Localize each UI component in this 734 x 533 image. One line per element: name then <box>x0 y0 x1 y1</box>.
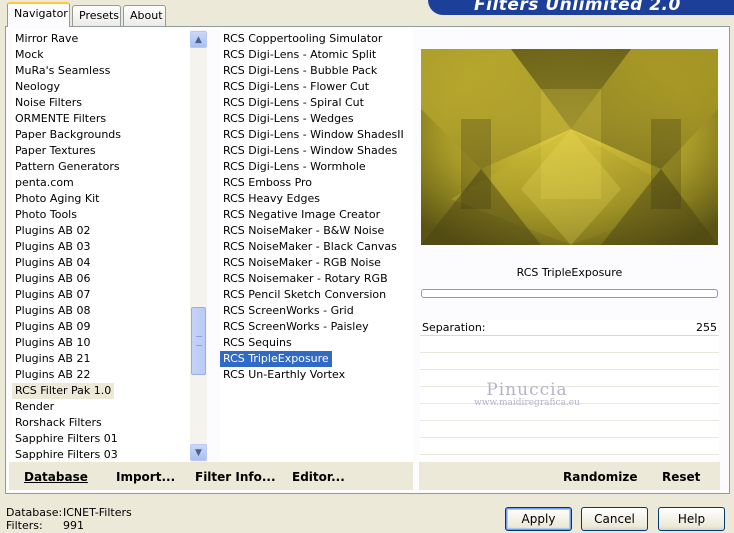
category-item[interactable]: Plugins AB 03 <box>12 239 93 255</box>
category-item[interactable]: Plugins AB 09 <box>12 319 93 335</box>
category-item[interactable]: Plugins AB 10 <box>12 335 93 351</box>
selected-filter-name: RCS TripleExposure <box>516 266 623 279</box>
scroll-down-button[interactable]: ▼ <box>190 444 207 461</box>
category-list[interactable]: Mirror Rave Mock MuRa's Seamless Neology Noi… <box>12 30 190 462</box>
category-item[interactable]: Render <box>12 399 57 415</box>
category-item[interactable]: Paper Textures <box>12 143 99 159</box>
filter-item[interactable]: RCS ScreenWorks - Paisley <box>220 319 372 335</box>
category-item[interactable]: Pattern Generators <box>12 159 123 175</box>
tab-about[interactable]: About <box>123 5 166 26</box>
scroll-thumb[interactable] <box>191 307 206 375</box>
filter-item[interactable]: RCS Digi-Lens - Flower Cut <box>220 79 372 95</box>
import-button[interactable]: Import... <box>116 470 175 484</box>
category-item[interactable]: Plugins AB 08 <box>12 303 93 319</box>
watermark-url: www.maidiregrafica.eu <box>474 398 580 408</box>
preview-pattern <box>421 49 718 245</box>
empty-slider-row <box>420 354 719 370</box>
category-scrollbar[interactable]: ▲ ▼ <box>190 30 207 462</box>
chevron-down-icon: ▼ <box>195 447 202 458</box>
separation-slider[interactable]: Separation: 255 <box>420 320 719 336</box>
filter-item[interactable]: RCS Digi-Lens - Wormhole <box>220 159 369 175</box>
category-item[interactable]: Plugins AB 21 <box>12 351 93 367</box>
tab-navigator[interactable]: Navigator <box>7 2 70 27</box>
filter-item[interactable]: RCS NoiseMaker - Black Canvas <box>220 239 400 255</box>
filter-item[interactable]: RCS Digi-Lens - Wedges <box>220 111 357 127</box>
cancel-button[interactable]: Cancel <box>581 507 648 531</box>
randomize-button[interactable]: Randomize <box>563 470 637 484</box>
filter-list[interactable]: RCS Coppertooling Simulator RCS Digi-Lens… <box>220 30 413 462</box>
filter-item[interactable]: RCS Heavy Edges <box>220 191 323 207</box>
app-banner: Filters Unlimited 2.0 <box>428 0 734 15</box>
preview-image <box>421 49 718 245</box>
category-item[interactable]: Sapphire Filters 03 <box>12 447 121 463</box>
reset-button[interactable]: Reset <box>662 470 700 484</box>
filter-item[interactable]: RCS Digi-Lens - Window Shades <box>220 143 400 159</box>
separation-label: Separation: <box>422 321 486 334</box>
separation-value: 255 <box>696 321 717 334</box>
help-button[interactable]: Help <box>658 507 725 531</box>
database-button[interactable]: Database <box>24 470 88 484</box>
category-item[interactable]: ORMENTE Filters <box>12 111 109 127</box>
filter-item[interactable]: RCS Digi-Lens - Atomic Split <box>220 47 379 63</box>
status-filters-value: 991 <box>63 519 84 532</box>
category-item[interactable]: Neology <box>12 79 63 95</box>
status-database: Database: ICNET-Filters <box>6 506 132 519</box>
category-item[interactable]: MuRa's Seamless <box>12 63 113 79</box>
category-item[interactable]: Plugins AB 07 <box>12 287 93 303</box>
category-item[interactable]: Photo Aging Kit <box>12 191 102 207</box>
filter-item[interactable]: RCS Sequins <box>220 335 295 351</box>
category-item[interactable]: Plugins AB 22 <box>12 367 93 383</box>
status-database-label: Database: <box>6 506 63 519</box>
filter-item[interactable]: RCS Digi-Lens - Bubble Pack <box>220 63 380 79</box>
filter-item[interactable]: RCS NoiseMaker - B&W Noise <box>220 223 387 239</box>
app-title: Filters Unlimited 2.0 <box>474 0 681 15</box>
empty-slider-row <box>420 439 719 455</box>
empty-slider-row <box>420 422 719 438</box>
filter-item[interactable]: RCS Noisemaker - Rotary RGB <box>220 271 391 287</box>
category-item[interactable]: Mirror Rave <box>12 31 81 47</box>
filter-item[interactable]: RCS Digi-Lens - Spiral Cut <box>220 95 367 111</box>
category-item[interactable]: Plugins AB 04 <box>12 255 93 271</box>
filter-item[interactable]: RCS Digi-Lens - Window ShadesII <box>220 127 407 143</box>
status-database-value: ICNET-Filters <box>63 506 132 519</box>
filter-item[interactable]: RCS Pencil Sketch Conversion <box>220 287 389 303</box>
left-button-bar: Database Import... Filter Info... Editor… <box>9 462 413 490</box>
category-item[interactable]: penta.com <box>12 175 77 191</box>
apply-button[interactable]: Apply <box>505 507 572 531</box>
category-item[interactable]: RCS Filter Pak 1.0 <box>12 383 115 399</box>
category-item[interactable]: Sapphire Filters 01 <box>12 431 121 447</box>
tab-presets[interactable]: Presets <box>72 5 121 26</box>
status-filters-label: Filters: <box>6 519 43 532</box>
category-item[interactable]: Paper Backgrounds <box>12 127 124 143</box>
filter-item[interactable]: RCS NoiseMaker - RGB Noise <box>220 255 384 271</box>
progress-bar <box>421 289 718 298</box>
watermark: Pinuccia www.maidiregrafica.eu <box>462 380 592 408</box>
filter-item[interactable]: RCS TripleExposure <box>220 351 332 367</box>
filter-item[interactable]: RCS Un-Earthly Vortex <box>220 367 348 383</box>
filter-item[interactable]: RCS Coppertooling Simulator <box>220 31 385 47</box>
category-item[interactable]: Photo Tools <box>12 207 80 223</box>
category-item[interactable]: Rorshack Filters <box>12 415 105 431</box>
filter-item[interactable]: RCS Negative Image Creator <box>220 207 383 223</box>
category-item[interactable]: Noise Filters <box>12 95 85 111</box>
right-button-bar: Randomize Reset <box>419 462 720 490</box>
watermark-name: Pinuccia <box>486 380 568 400</box>
filter-item[interactable]: RCS Emboss Pro <box>220 175 315 191</box>
category-item[interactable]: Mock <box>12 47 47 63</box>
category-item[interactable]: Plugins AB 02 <box>12 223 93 239</box>
filter-info-button[interactable]: Filter Info... <box>195 470 276 484</box>
category-item[interactable]: Plugins AB 06 <box>12 271 93 287</box>
status-filters: Filters: 991 <box>6 519 84 532</box>
scroll-up-button[interactable]: ▲ <box>190 31 207 48</box>
editor-button[interactable]: Editor... <box>292 470 345 484</box>
filter-item[interactable]: RCS ScreenWorks - Grid <box>220 303 357 319</box>
chevron-up-icon: ▲ <box>195 34 202 45</box>
empty-slider-row <box>420 337 719 353</box>
